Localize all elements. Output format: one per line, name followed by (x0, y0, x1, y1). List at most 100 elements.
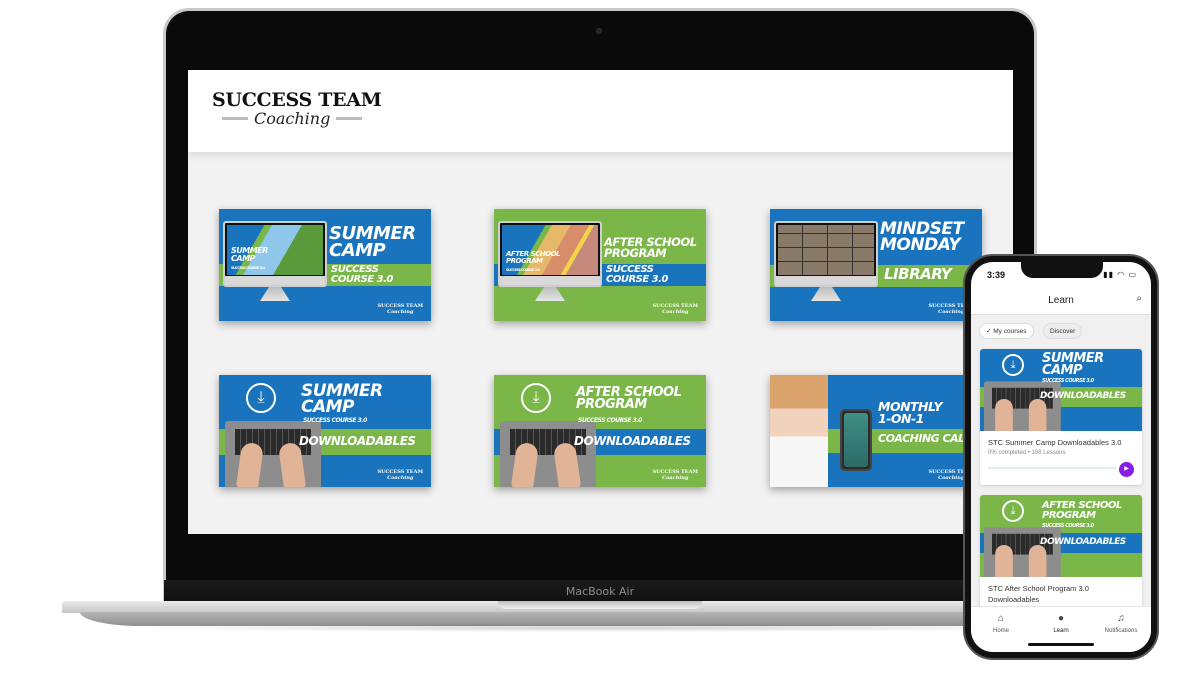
site-logo[interactable]: SUCCESS TEAM (212, 89, 382, 111)
search-icon[interactable]: ⌕ (1136, 293, 1142, 304)
logo-divider (222, 117, 248, 120)
tile-title-line: PROGRAM (576, 397, 647, 413)
logo-coaching-text: Coaching (254, 109, 331, 128)
screen-subtitle: SUCCESS COURSE 3.0 (506, 268, 540, 272)
course-tile-after-school-downloadables[interactable]: ⤓ AFTER SCHOOL PROGRAM SUCCESS COURSE 3.0… (494, 375, 706, 487)
screen-title: SUMMER CAMP (231, 247, 268, 263)
tile-band-text: DOWNLOADABLES (574, 434, 691, 448)
tile-title-line: CAMP (301, 397, 355, 418)
tab-learn[interactable]: ● Learn (1031, 613, 1091, 634)
hand (1028, 399, 1047, 431)
tile-title-line: 1-ON-1 (878, 410, 924, 426)
thumb-subtitle: SUCCESS COURSE 3.0 (1042, 523, 1094, 529)
thumb-band-text: DOWNLOADABLES (1040, 537, 1126, 547)
tab-label: Learn (1053, 628, 1069, 634)
download-icon: ⤓ (1002, 354, 1024, 376)
download-icon: ⤓ (1002, 500, 1024, 522)
brand-line: Coaching (387, 309, 414, 315)
logo-divider (336, 117, 363, 120)
chip-my-courses[interactable]: ✓ My courses (979, 323, 1034, 339)
tile-band-text: DOWNLOADABLES (299, 434, 416, 448)
home-icon: ⌂ (997, 613, 1005, 624)
screen-title-line: PROGRAM (506, 256, 543, 265)
tile-brand: SUCCESS TEAM Coaching (652, 303, 698, 315)
tile-brand: SUCCESS TEAM Coaching (652, 469, 698, 481)
phone-photo-screen (844, 413, 868, 467)
course-tile-monthly-coaching-call[interactable]: MONTHLY 1-ON-1 COACHING CALL SUCCESS TEAM… (770, 375, 982, 487)
course-progress-bar (988, 467, 1116, 469)
monitor-stand (811, 287, 841, 301)
screen-title: AFTER SCHOOL PROGRAM (506, 251, 560, 265)
tile-title-line: PROGRAM (604, 245, 667, 260)
brand-line: Coaching (387, 475, 414, 481)
video-call-grid (778, 225, 874, 275)
laptop-hands-graphic (225, 413, 321, 487)
laptop-hands-graphic (984, 521, 1061, 577)
woman-photo (770, 375, 828, 487)
tab-notifications[interactable]: ♫ Notifications (1091, 613, 1151, 634)
tile-title: MINDSET MONDAY (880, 221, 964, 256)
battery-icon: ▭ (1128, 270, 1137, 279)
tile-title: SUMMER CAMP (329, 225, 416, 262)
play-button[interactable]: ▶ (1119, 462, 1134, 477)
course-title: STC Summer Camp Downloadables 3.0 (988, 438, 1122, 447)
tile-title: AFTER SCHOOL PROGRAM (604, 236, 697, 260)
brand-line: Coaching (662, 475, 689, 481)
bell-icon: ♫ (1117, 613, 1125, 624)
course-card[interactable]: ⤓ AFTER SCHOOL PROGRAM SUCCESS COURSE 3.0… (980, 495, 1142, 615)
course-tile-mindset-monday[interactable]: MINDSET MONDAY LIBRARY SUCCESS TEAM Coachi… (770, 209, 982, 321)
app-header-title: Learn (1048, 295, 1074, 306)
brand-line: Coaching (938, 475, 965, 481)
thumb-title-line: PROGRAM (1042, 509, 1096, 521)
download-icon: ⤓ (521, 383, 551, 413)
status-icons: ▮▮ ◠ ▭ (1103, 270, 1137, 279)
tile-title-line: CAMP (329, 240, 386, 262)
course-meta: 0% completed • 108 Lessons (988, 450, 1066, 457)
phone-photo (840, 409, 872, 471)
signal-icon: ▮▮ (1103, 270, 1114, 279)
tab-home[interactable]: ⌂ Home (971, 613, 1031, 634)
tile-band-text: SUCCESS COURSE 3.0 (331, 265, 393, 285)
screen-title-line: CAMP (231, 253, 255, 263)
thumb-title: SUMMER CAMP (1042, 352, 1104, 379)
brand-line: Coaching (662, 309, 689, 315)
learn-content: ✓ My courses Discover ⤓ SUMMER CAMP SUCCE… (971, 314, 1151, 615)
wifi-icon: ◠ (1117, 270, 1126, 279)
bottom-tab-bar: ⌂ Home ● Learn ♫ Notifications (971, 606, 1151, 652)
home-indicator (1028, 643, 1094, 646)
chip-discover[interactable]: Discover (1043, 323, 1083, 339)
phone-notch (1021, 262, 1103, 278)
monitor-chin (225, 276, 325, 285)
course-tile-after-school-program[interactable]: AFTER SCHOOL PROGRAM SUCCESS COURSE 3.0 A… (494, 209, 706, 321)
tile-brand: SUCCESS TEAM Coaching (377, 303, 423, 315)
monitor-stand (535, 287, 565, 301)
tab-label: Home (992, 628, 1009, 634)
monitor-graphic: SUMMER CAMP SUCCESS COURSE 3.0 (223, 221, 327, 287)
laptop-screen: SUCCESS TEAM Coaching SUMMER CAMP SUCCESS… (188, 70, 1013, 534)
hand (1028, 545, 1047, 577)
monitor-graphic (774, 221, 878, 287)
completed-text: 0% completed (988, 450, 1027, 457)
site-header: SUCCESS TEAM Coaching (188, 70, 1013, 152)
download-icon: ⤓ (246, 383, 276, 413)
tile-band-text: COACHING CALL (878, 432, 972, 445)
chip-label: My courses (993, 328, 1027, 335)
lessons-count: 108 Lessons (1031, 450, 1066, 457)
band-line: COURSE 3.0 (606, 273, 668, 285)
phone-screen: 3:39 ▮▮ ◠ ▭ Learn ⌕ ✓ My courses Discove… (971, 262, 1151, 652)
laptop-shadow (100, 624, 1100, 632)
monitor-chin (776, 276, 876, 285)
tile-title: MONTHLY 1-ON-1 (878, 400, 943, 426)
course-title: STC After School Program 3.0 Downloadabl… (988, 584, 1089, 605)
course-tile-summer-camp-downloadables[interactable]: ⤓ SUMMER CAMP SUCCESS COURSE 3.0 DOWNLOAD… (219, 375, 431, 487)
course-tile-summer-camp[interactable]: SUMMER CAMP SUCCESS COURSE 3.0 SUMMER CAMP… (219, 209, 431, 321)
tile-title-line: MONDAY (880, 235, 961, 256)
thumb-subtitle: SUCCESS COURSE 3.0 (1042, 378, 1094, 384)
monitor-stand (260, 287, 290, 301)
screen-subtitle: SUCCESS COURSE 3.0 (231, 266, 265, 270)
course-card[interactable]: ⤓ SUMMER CAMP SUCCESS COURSE 3.0 DOWNLOAD… (980, 349, 1142, 485)
thumb-title-line: CAMP (1042, 363, 1083, 379)
play-icon: ▶ (1124, 466, 1129, 472)
chip-label: Discover (1050, 328, 1076, 335)
tile-title: SUMMER CAMP (301, 383, 383, 418)
